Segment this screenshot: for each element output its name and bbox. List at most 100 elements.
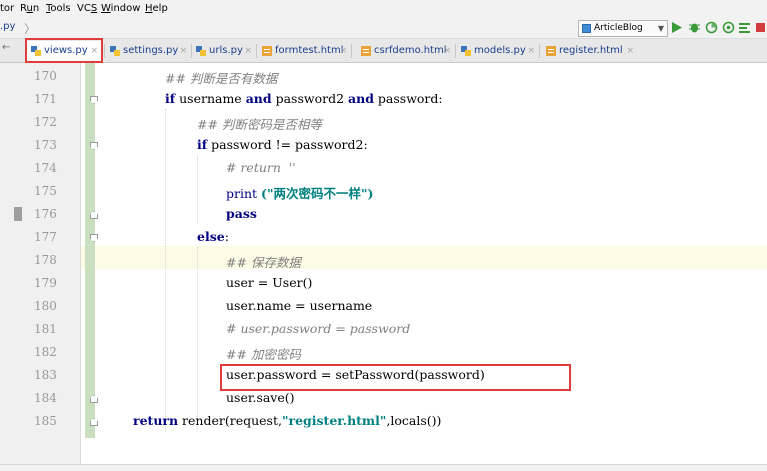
code-line-184: user.save() [226, 390, 295, 405]
html-file-icon [361, 46, 371, 56]
code-text: password != password2: [207, 137, 368, 152]
indent-guide [197, 155, 198, 224]
close-icon[interactable]: × [527, 41, 535, 61]
concurrency-icon[interactable] [738, 21, 751, 34]
line-number: 171 [34, 92, 57, 106]
menu-bar: tor Run Tools VCS Window Help [0, 0, 767, 18]
keyword: if [165, 91, 176, 106]
code-text: ,locals()) [386, 413, 442, 428]
close-icon[interactable]: × [244, 41, 252, 61]
tab-divider [104, 44, 105, 58]
gutter-divider [80, 63, 81, 470]
line-number: 170 [34, 69, 57, 83]
code-line-170: ## 判断是否有数据 [165, 71, 278, 86]
highlight-box-active-tab [25, 38, 103, 63]
code-line-178: ## 保存数据 [226, 255, 301, 270]
code-line-181: # user.password = password [226, 321, 411, 336]
keyword: if [197, 137, 208, 152]
indent-guide [197, 247, 198, 431]
tab-label: register.html [559, 45, 623, 56]
line-number: 179 [34, 276, 57, 290]
code-editor[interactable]: 170 171 172 173 174 175 176 177 178 179 … [0, 63, 767, 470]
scroll-marker [14, 207, 22, 221]
close-icon[interactable]: × [626, 41, 634, 61]
code-line-171: if username and password2 and password: [165, 91, 443, 106]
navigation-bar: .py 〉 ArticleBlog ▼ [0, 18, 767, 39]
close-icon[interactable]: × [443, 41, 451, 61]
run-configuration-select[interactable]: ArticleBlog ▼ [578, 20, 668, 37]
python-file-icon [196, 46, 206, 56]
editor-tab-bar: ← views.py × settings.py × urls.py × for… [0, 38, 767, 63]
line-number: 176 [34, 207, 57, 221]
menu-run[interactable]: Run [20, 3, 39, 14]
tab-divider [256, 44, 257, 58]
tab-label: urls.py [209, 45, 243, 56]
string-literal: ("两次密码不一样") [261, 186, 374, 201]
python-file-icon [110, 46, 120, 56]
close-icon[interactable]: × [179, 41, 187, 61]
tab-label: settings.py [123, 45, 179, 56]
indent-guide [165, 109, 166, 431]
python-file-icon [461, 46, 471, 56]
line-number: 184 [34, 391, 57, 405]
chevron-down-icon: ▼ [657, 24, 664, 33]
keyword: pass [226, 206, 257, 221]
code-line-179: user = User() [226, 275, 313, 290]
run-configuration-label: ArticleBlog [594, 23, 643, 33]
menu-editor[interactable]: tor [0, 3, 14, 14]
tab-urls-py[interactable]: urls.py × [192, 41, 255, 61]
line-number: 181 [34, 322, 57, 336]
line-number: 185 [34, 414, 57, 428]
line-number: 173 [34, 138, 57, 152]
line-number: 174 [34, 161, 57, 175]
keyword: else [197, 229, 225, 244]
menu-help[interactable]: Help [145, 3, 168, 14]
code-text: print [226, 186, 262, 201]
code-line-175: print ("两次密码不一样") [226, 183, 373, 202]
code-line-185: return render(request,"register.html",lo… [133, 413, 441, 428]
tab-register-html[interactable]: register.html × [542, 41, 637, 61]
html-file-icon [546, 46, 556, 56]
code-text: : [224, 229, 229, 244]
code-text: password: [373, 91, 443, 106]
tab-divider [351, 44, 352, 58]
line-number: 175 [34, 184, 57, 198]
run-icon[interactable] [670, 21, 683, 34]
code-line-176: pass [226, 206, 257, 221]
keyword: and [245, 91, 272, 106]
line-number: 180 [34, 299, 57, 313]
tab-label: formtest.html [275, 45, 344, 56]
line-number: 182 [34, 345, 57, 359]
code-text: render(request, [178, 413, 282, 428]
tab-divider [539, 44, 540, 58]
current-line-highlight [0, 246, 767, 269]
code-line-180: user.name = username [226, 298, 373, 313]
tab-settings-py[interactable]: settings.py × [106, 41, 190, 61]
tab-csrfdemo-html[interactable]: csrfdemo.html × [357, 41, 454, 61]
debug-icon[interactable] [688, 21, 701, 34]
code-text: username [175, 91, 246, 106]
coverage-icon[interactable] [705, 21, 718, 34]
tab-divider [455, 44, 456, 58]
code-line-182: ## 加密密码 [226, 347, 301, 362]
string-literal: "register.html" [281, 413, 387, 428]
menu-vcs[interactable]: VCS [77, 3, 97, 14]
tab-formtest-html[interactable]: formtest.html × [258, 41, 350, 61]
menu-window[interactable]: Window [101, 3, 140, 14]
line-number: 178 [34, 253, 57, 267]
stop-icon[interactable] [754, 21, 767, 34]
code-line-177: else: [197, 229, 229, 244]
menu-tools[interactable]: Tools [46, 3, 71, 14]
line-number: 183 [34, 368, 57, 382]
keyword: return [133, 413, 179, 428]
code-line-174: # return '' [226, 160, 296, 175]
breadcrumb[interactable]: .py [0, 21, 15, 32]
code-line-172: ## 判断密码是否相等 [197, 117, 322, 132]
html-file-icon [262, 46, 272, 56]
scroll-tabs-left-icon[interactable]: ← [2, 42, 10, 53]
profile-icon[interactable] [722, 21, 735, 34]
vcs-change-marker [85, 63, 95, 438]
tab-models-py[interactable]: models.py × [457, 41, 538, 61]
django-config-icon [582, 24, 591, 33]
close-icon[interactable]: × [339, 41, 347, 61]
